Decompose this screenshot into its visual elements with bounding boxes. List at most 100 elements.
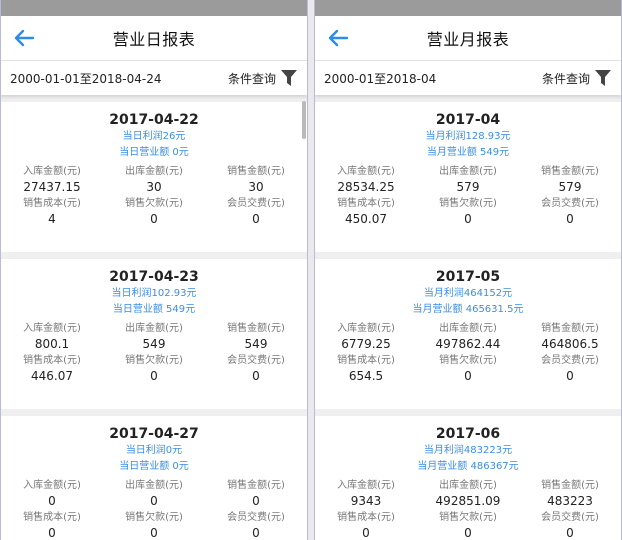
in-label: 入库金额(元) bbox=[337, 323, 395, 334]
in-label: 入库金额(元) bbox=[23, 480, 81, 491]
card-date: 2017-05 bbox=[435, 269, 501, 285]
card-profit: 当月利润483223元 bbox=[423, 445, 513, 456]
out-value: 30 bbox=[146, 180, 162, 194]
report-list[interactable]: 2017-04-22 当日利润26元 当日营业额 0元 入库金额(元) 27437… bbox=[1, 95, 307, 540]
cost-value: 4 bbox=[48, 212, 56, 226]
in-value: 28534.25 bbox=[337, 180, 395, 194]
sales-value: 30 bbox=[248, 180, 264, 194]
card-profit: 当月利润128.93元 bbox=[425, 131, 511, 142]
member-value: 0 bbox=[566, 526, 574, 540]
debt-value: 0 bbox=[464, 526, 472, 540]
card-revenue: 当日营业额 549元 bbox=[112, 304, 196, 315]
arrow-left-icon bbox=[328, 29, 349, 47]
sales-value: 464806.5 bbox=[541, 337, 599, 351]
query-button[interactable]: 条件查询 bbox=[542, 70, 611, 87]
sales-label: 销售金额(元) bbox=[227, 480, 285, 491]
header: 营业日报表 bbox=[1, 16, 307, 60]
out-value: 0 bbox=[150, 494, 158, 508]
in-value: 6779.25 bbox=[341, 337, 391, 351]
monthly-report-screen: 营业月报表 2000-01至2018-04 条件查询 2017-04 当月利润1… bbox=[314, 0, 622, 540]
report-card[interactable]: 2017-04 当月利润128.93元 当月营业额 549元 入库金额(元) 28… bbox=[315, 102, 621, 252]
filter-bar: 2000-01-01至2018-04-24 条件查询 bbox=[1, 60, 307, 95]
date-range: 2000-01-01至2018-04-24 bbox=[10, 71, 162, 86]
query-label: 条件查询 bbox=[541, 71, 590, 86]
back-button[interactable] bbox=[11, 26, 37, 50]
report-card[interactable]: 2017-06 当月利润483223元 当月营业额 486367元 入库金额(元… bbox=[315, 416, 621, 540]
cost-label: 销售成本(元) bbox=[337, 512, 395, 523]
member-label: 会员交费(元) bbox=[541, 198, 599, 209]
query-button[interactable]: 条件查询 bbox=[228, 70, 297, 87]
debt-label: 销售欠款(元) bbox=[125, 355, 183, 366]
funnel-icon bbox=[281, 70, 297, 86]
sales-value: 579 bbox=[558, 180, 582, 194]
in-value: 0 bbox=[48, 494, 56, 508]
out-value: 497862.44 bbox=[435, 337, 501, 351]
page-title: 营业月报表 bbox=[426, 30, 510, 49]
member-label: 会员交费(元) bbox=[541, 512, 599, 523]
member-label: 会员交费(元) bbox=[227, 355, 285, 366]
cost-label: 销售成本(元) bbox=[23, 512, 81, 523]
cost-value: 450.07 bbox=[345, 212, 387, 226]
member-label: 会员交费(元) bbox=[227, 512, 285, 523]
sales-label: 销售金额(元) bbox=[227, 166, 285, 177]
card-revenue: 当月营业额 486367元 bbox=[417, 461, 519, 472]
out-value: 492851.09 bbox=[435, 494, 501, 508]
sales-value: 549 bbox=[244, 337, 268, 351]
card-revenue: 当日营业额 0元 bbox=[119, 461, 189, 472]
out-value: 549 bbox=[142, 337, 166, 351]
out-label: 出库金额(元) bbox=[439, 166, 497, 177]
cost-label: 销售成本(元) bbox=[337, 355, 395, 366]
scrollbar[interactable] bbox=[302, 101, 306, 139]
daily-report-screen: 营业日报表 2000-01-01至2018-04-24 条件查询 2017-04… bbox=[0, 0, 308, 540]
member-value: 0 bbox=[252, 369, 260, 383]
card-date: 2017-04 bbox=[435, 112, 501, 128]
in-value: 9343 bbox=[350, 494, 382, 508]
arrow-left-icon bbox=[14, 29, 35, 47]
member-label: 会员交费(元) bbox=[541, 355, 599, 366]
in-label: 入库金额(元) bbox=[337, 480, 395, 491]
card-date: 2017-06 bbox=[435, 426, 501, 442]
card-profit: 当日利润26元 bbox=[122, 131, 186, 142]
cost-label: 销售成本(元) bbox=[23, 198, 81, 209]
cost-value: 0 bbox=[48, 526, 56, 540]
out-label: 出库金额(元) bbox=[439, 323, 497, 334]
in-label: 入库金额(元) bbox=[337, 166, 395, 177]
debt-label: 销售欠款(元) bbox=[125, 198, 183, 209]
debt-value: 0 bbox=[150, 526, 158, 540]
report-list[interactable]: 2017-04 当月利润128.93元 当月营业额 549元 入库金额(元) 28… bbox=[315, 95, 621, 540]
report-card[interactable]: 2017-04-23 当日利润102.93元 当日营业额 549元 入库金额(元… bbox=[1, 259, 307, 409]
page-title: 营业日报表 bbox=[112, 30, 196, 49]
report-card[interactable]: 2017-04-22 当日利润26元 当日营业额 0元 入库金额(元) 27437… bbox=[1, 102, 307, 252]
query-label: 条件查询 bbox=[227, 71, 276, 86]
date-range: 2000-01至2018-04 bbox=[324, 71, 437, 86]
back-button[interactable] bbox=[325, 26, 351, 50]
member-label: 会员交费(元) bbox=[227, 198, 285, 209]
debt-value: 0 bbox=[464, 369, 472, 383]
member-value: 0 bbox=[566, 212, 574, 226]
member-value: 0 bbox=[252, 526, 260, 540]
filter-bar: 2000-01至2018-04 条件查询 bbox=[315, 60, 621, 95]
card-date: 2017-04-22 bbox=[109, 112, 199, 128]
card-revenue: 当日营业额 0元 bbox=[119, 147, 189, 158]
sales-value: 0 bbox=[252, 494, 260, 508]
debt-label: 销售欠款(元) bbox=[439, 512, 497, 523]
debt-value: 0 bbox=[150, 212, 158, 226]
card-revenue: 当月营业额 465631.5元 bbox=[412, 304, 524, 315]
cost-label: 销售成本(元) bbox=[23, 355, 81, 366]
card-profit: 当日利润102.93元 bbox=[111, 288, 197, 299]
card-date: 2017-04-23 bbox=[109, 269, 199, 285]
screens: 营业日报表 2000-01-01至2018-04-24 条件查询 2017-04… bbox=[0, 0, 622, 540]
status-bar bbox=[315, 0, 621, 16]
in-value: 27437.15 bbox=[23, 180, 81, 194]
report-card[interactable]: 2017-05 当月利润464152元 当月营业额 465631.5元 入库金额… bbox=[315, 259, 621, 409]
in-value: 800.1 bbox=[34, 337, 70, 351]
report-card[interactable]: 2017-04-27 当日利润0元 当日营业额 0元 入库金额(元) 0 出库金额… bbox=[1, 416, 307, 540]
cost-value: 446.07 bbox=[31, 369, 73, 383]
sales-label: 销售金额(元) bbox=[227, 323, 285, 334]
sales-value: 483223 bbox=[547, 494, 593, 508]
debt-label: 销售欠款(元) bbox=[439, 198, 497, 209]
card-profit: 当月利润464152元 bbox=[423, 288, 513, 299]
sales-label: 销售金额(元) bbox=[541, 480, 599, 491]
out-label: 出库金额(元) bbox=[125, 323, 183, 334]
card-date: 2017-04-27 bbox=[109, 426, 199, 442]
